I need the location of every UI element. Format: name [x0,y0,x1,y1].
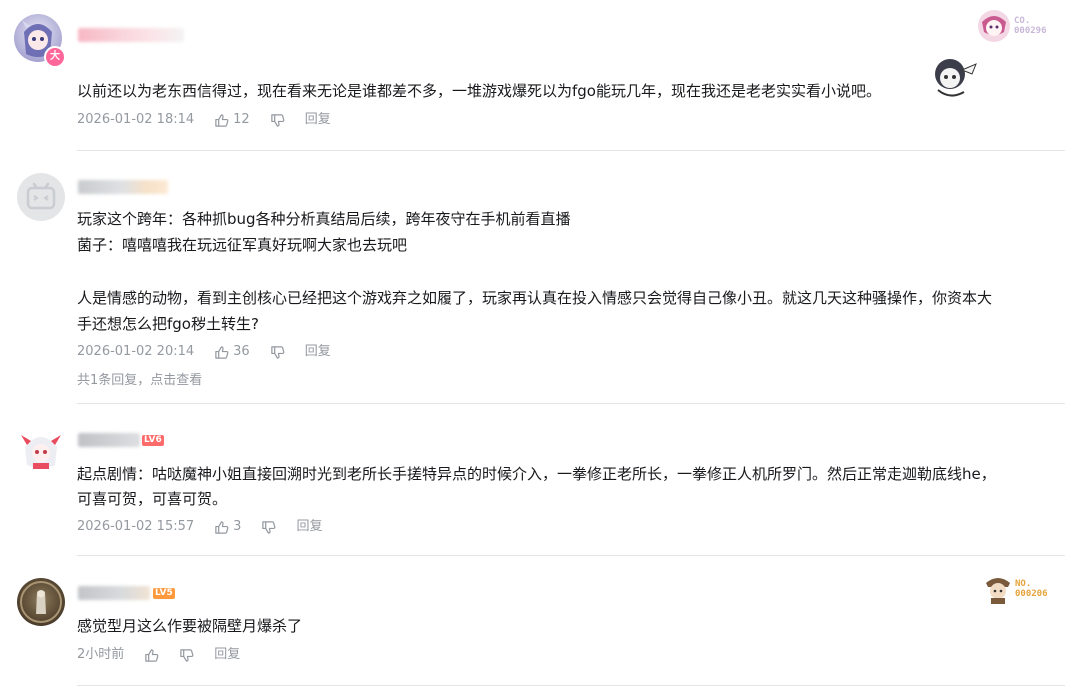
username-blurred[interactable] [78,180,168,194]
comment-meta: 2026-01-02 20:14 36 回复 [77,343,331,361]
fan-badge-number: CO. 000296 [1014,16,1047,36]
user-avatar[interactable] [17,578,65,626]
like-button[interactable]: 36 [214,343,250,361]
username-blurred[interactable] [78,433,140,447]
comment-divider [77,403,1065,404]
like-count: 12 [233,112,250,127]
comment-sticker [935,59,977,97]
view-replies-link[interactable]: 共1条回复，点击查看 [77,369,202,388]
thumbs-up-icon [215,113,229,127]
user-level-badge: LV6 [142,435,164,446]
thumbs-down-icon [270,113,285,127]
dislike-button[interactable] [179,648,194,663]
comment-divider [77,685,1065,686]
reply-button[interactable]: 回复 [296,518,322,536]
fan-badge-icon [978,10,1010,42]
user-avatar[interactable] [17,173,65,221]
comment-time: 2026-01-02 18:14 [77,112,195,127]
comment-divider [77,150,1065,151]
fan-badge-icon [986,578,1010,604]
like-button[interactable]: 12 [214,111,250,129]
vip-badge: 大 [44,46,66,68]
thumbs-up-icon [145,648,159,662]
reply-button[interactable]: 回复 [305,111,331,129]
comment-text-line: 菌子：嘻嘻嘻我在玩远征军真好玩啊大家也去玩吧 [77,236,408,254]
comment-meta: 2小时前 回复 [77,646,240,664]
reply-button[interactable]: 回复 [305,343,331,361]
like-button[interactable] [144,648,159,663]
comment-text: 感觉型月这么作要被隔壁月爆杀了 [77,617,303,635]
comment-meta: 2026-01-02 18:14 12 回复 [77,111,331,129]
thumbs-down-icon [262,520,276,534]
like-button[interactable]: 3 [214,518,241,536]
comment-text-line: 人是情感的动物，看到主创核心已经把这个游戏弃之如履了，玩家再认真在投入情感只会觉… [77,289,993,307]
dislike-button[interactable] [270,345,285,360]
comment-time: 2026-01-02 20:14 [77,344,195,359]
comment-time: 2小时前 [77,647,125,662]
like-count: 3 [233,519,242,534]
thumbs-up-icon [215,345,229,359]
fan-badge: CO. 000296 [976,8,1047,44]
thumbs-down-icon [270,345,285,359]
fan-badge: NO. 000206 [983,573,1048,605]
comment-text-line: 手还想怎么把fgo秽土转生? [77,315,259,333]
comment-text-line: 可喜可贺，可喜可贺。 [77,490,228,508]
comment-text-line: 玩家这个跨年：各种抓bug各种分析真结局后续，跨年夜守在手机前看直播 [77,210,571,228]
fan-badge-number: NO. 000206 [1015,579,1048,599]
user-avatar[interactable] [17,425,65,473]
comment-text-line: 起点剧情：咕哒魔神小姐直接回溯时光到老所长手搓特异点的时候介入，一拳修正老所长，… [77,465,996,483]
dislike-button[interactable] [270,113,285,128]
avatar-image [21,435,61,469]
comment-time: 2026-01-02 15:57 [77,519,195,534]
default-avatar-icon [26,182,56,210]
username-blurred[interactable] [78,586,150,600]
dislike-button[interactable] [261,520,276,535]
username-blurred[interactable] [78,28,184,42]
comment-meta: 2026-01-02 15:57 3 回复 [77,518,322,536]
avatar-image [20,581,62,623]
like-count: 36 [233,344,250,359]
user-level-badge: LV5 [153,588,175,599]
comment-text: 以前还以为老东西信得过，现在看来无论是谁都差不多，一堆游戏爆死以为fgo能玩几年… [77,82,881,100]
thumbs-down-icon [180,648,194,662]
thumbs-up-icon [215,520,229,534]
reply-button[interactable]: 回复 [214,646,240,664]
comment-divider [77,555,1065,556]
